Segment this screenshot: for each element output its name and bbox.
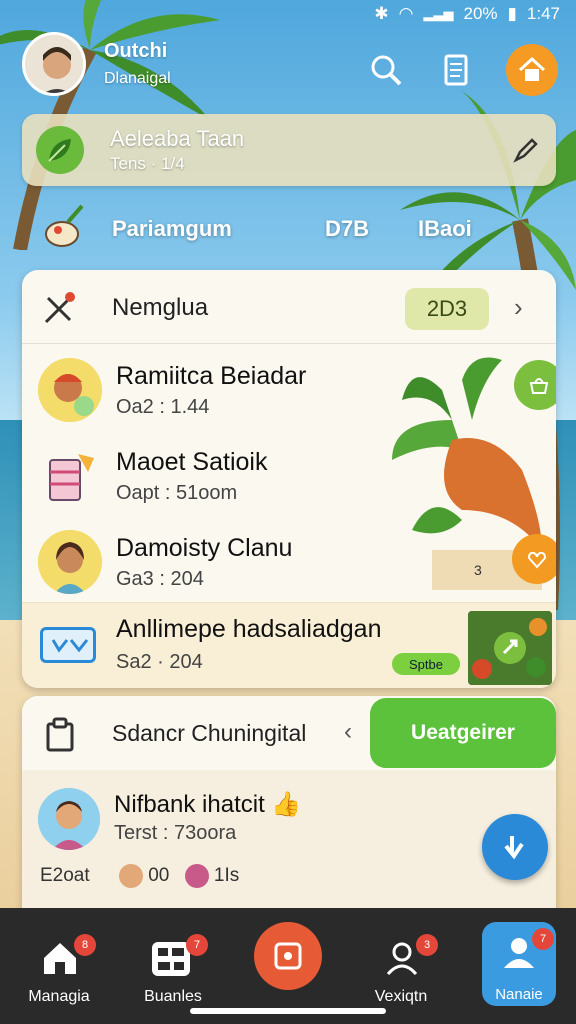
heart-button[interactable] [512,534,556,584]
avatar [38,358,102,422]
avatar [38,444,102,508]
veg-number: 3 [474,562,482,578]
arrow-down-icon [504,836,524,860]
banner-title: Aeleaba Taan [110,126,245,151]
nav-label: Buanles [144,988,202,1005]
stats-title: Pariamgum [112,216,232,241]
floating-action-button[interactable] [482,814,548,880]
stats-number: D7B [325,216,370,241]
home-indicator [190,1008,386,1014]
cartoon-person-icon [38,358,102,422]
vegetable-illustration: 3 [392,350,556,590]
thumbs-up-icon: 👍 [271,791,302,818]
person-name: Nifbank ihatcit 👍 [114,791,302,818]
chevron-left-icon[interactable]: ‹ [344,718,352,746]
item-title: Anllimepe hadsaliadgan [116,615,382,643]
nav-label: Vexiqtn [374,988,428,1005]
item-subtitle: Sa2 · 204 [116,651,203,673]
banner-subtitle: Tens · 1/4 [110,154,185,173]
stats-row: Pariamgum D7B IBaoi [0,196,576,260]
produce-image-icon [468,611,552,685]
clock: 1:47 [526,4,560,23]
item-title: Damoisty Clanu [116,534,293,562]
edit-button[interactable] [510,134,542,166]
cartoon-woman-icon [38,530,102,594]
cartoon-boy-icon [38,788,100,850]
leaf-badge-icon [36,126,84,174]
clipboard-icon [46,717,74,752]
stats-extra: IBaoi [418,216,472,241]
person-subtitle: Terst : 73oora [114,822,237,844]
basket-icon [529,378,549,394]
tools-icon [44,292,75,324]
bottom-navigation: 8 Managia 7 Buanles 3 Vexiqtn 7 Nanaie [0,908,576,1024]
basket-button[interactable] [514,360,556,410]
primary-action-button[interactable]: Ueatgeirer [370,698,556,768]
record-button[interactable] [254,922,322,990]
nav-label: Nanaie [495,986,543,1003]
mini-avatar [184,864,209,888]
footer-label: E2oat [40,865,90,887]
document-icon [444,54,468,86]
user-icon [386,942,418,976]
pen-icon [513,138,538,163]
house-icon [518,56,546,81]
user-name: Outchi [104,40,168,62]
list-card: Nemglua 2D3 › Ramiitca Beiadar Oa2 : 1.4… [22,270,556,688]
chevron-right-icon[interactable]: › [514,292,523,323]
item-subtitle: Oa2 : 1.44 [116,396,210,418]
section-header: Sdancr Chuningital ‹ Ueatgeirer [22,696,556,770]
item-subtitle: Ga3 : 204 [116,568,204,590]
section-card: Sdancr Chuningital ‹ Ueatgeirer Nifbank … [22,696,556,910]
battery-icon: ▮ [507,4,517,23]
search-icon [371,55,402,86]
search-button[interactable] [362,46,410,94]
count-badge: 2D3 [405,288,489,330]
section-title: Sdancr Chuningital [112,720,307,746]
produce-thumbnail [468,611,552,685]
document-button[interactable] [432,46,480,94]
footer-extra: 1Is [213,865,240,887]
avatar [38,530,102,594]
footer-row: E2oat 00 1Is [40,864,239,888]
mini-avatar [118,864,143,888]
nav-item-vexiqtn[interactable]: 3 Vexiqtn [346,918,456,1008]
item-subtitle: Oapt : 51oom [116,482,238,504]
record-icon [274,942,302,970]
list-card-title: Nemglua [112,294,209,321]
top-bar: Outchi Dlanaigal [0,30,576,110]
notification-badge: 7 [532,928,554,950]
list-card-header[interactable]: Nemglua 2D3 › [22,270,556,344]
notification-badge: 8 [74,934,96,956]
nav-label: Managia [28,988,90,1005]
avatar[interactable] [38,788,100,850]
profile-avatar[interactable] [22,32,86,96]
nav-item-nanaie[interactable]: 7 Nanaie [482,922,556,1006]
home-shortcut-button[interactable] [506,44,558,96]
list-item[interactable]: Anllimepe hadsaliadgan Sa2 · 204 Sptbe [22,602,556,688]
signal-icon: ▂▃▅ [423,6,454,21]
heart-icon [527,551,547,569]
item-tag: Sptbe [392,653,460,675]
wifi-icon: ◠ [398,4,414,23]
battery-percent: 20% [463,4,498,23]
person-face-icon [25,35,83,93]
footer-count: 00 [148,865,170,887]
status-bar: ✱ ◠ ▂▃▅ 20% ▮ 1:47 [0,0,576,30]
vegetable-icon [45,204,84,247]
nav-item-buanles[interactable]: 7 Buanles [118,918,228,1008]
item-title: Maoet Satioik [116,448,268,476]
user-subtitle: Dlanaigal [104,70,171,87]
item-title: Ramiitca Beiadar [116,362,307,390]
cartoon-shirt-icon [49,454,94,501]
bluetooth-icon: ✱ [374,4,389,23]
nav-item-managia[interactable]: 8 Managia [4,918,114,1008]
notification-badge: 3 [416,934,438,956]
ticket-icon [40,627,96,663]
notification-badge: 7 [186,934,208,956]
featured-banner[interactable]: Aeleaba Taan Tens · 1/4 [22,114,556,186]
